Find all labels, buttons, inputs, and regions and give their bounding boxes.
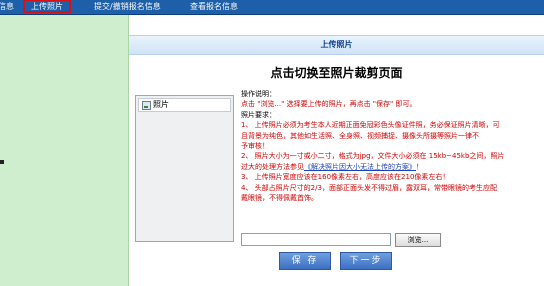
op-title: 操作说明：: [241, 90, 276, 98]
req-1b: 且背景为纯色，其他如生活照、全身照、视频捕捉、摄像头所摄等照片一律不: [241, 131, 479, 140]
req-4a: 4、 头部占照片尺寸的2/3，面部正面头发不得过眉，露双耳，常带眼镜的考生应配: [241, 183, 497, 192]
req-2b-suffix: ！: [416, 162, 423, 171]
nav-item-view-info[interactable]: 查看报名信息: [190, 0, 238, 14]
nav-item-info-partial[interactable]: 信息: [0, 0, 14, 14]
next-step-button[interactable]: 下一步: [340, 252, 392, 270]
req-3: 3、 上传照片宽度应该在160像素左右，高度应该在210像素左右！: [241, 173, 450, 182]
save-button[interactable]: 保 存: [279, 252, 331, 270]
crop-page-link[interactable]: 点击切换至照片裁剪页面: [129, 64, 544, 81]
req-2a: 2、 照片大小为一寸或小二寸，格式为jpg，文件大小必须在 15kb~45kb之…: [241, 152, 505, 161]
req-2b-prefix: 过大的处理方法参见: [241, 162, 304, 171]
main-content: 上传照片 点击切换至照片裁剪页面 照片 操作说明： 点击 "浏览..." 选择要…: [129, 15, 544, 286]
nav-item-submit-revoke[interactable]: 提交/撤销报名信息: [94, 0, 161, 14]
req-title: 照片要求：: [241, 110, 276, 119]
top-nav: 信息 上传照片 提交/撤销报名信息 查看报名信息: [0, 0, 544, 15]
photo-label-row: 照片: [138, 98, 231, 112]
nav-item-upload-photo[interactable]: 上传照片: [23, 0, 71, 13]
photo-preview-box: 照片: [135, 95, 234, 242]
req-1a: 1、 上传照片必须为考生本人近期正面免冠彩色头像证件照，务必保证照片清晰，可: [241, 121, 500, 130]
image-icon: [142, 101, 151, 110]
file-path-input[interactable]: [241, 233, 391, 246]
op-text: 点击 "浏览..." 选择要上传的照片，再点击 "保存" 即可。: [241, 100, 417, 109]
browse-button[interactable]: 浏览...: [395, 233, 441, 247]
left-panel: [0, 15, 129, 286]
req-2b: 过大的处理方法参见《解决照片因大小无法上传的方案》！: [241, 162, 544, 172]
photo-label: 照片: [153, 100, 169, 109]
resize-solution-link[interactable]: 《解决照片因大小无法上传的方案》: [304, 163, 416, 171]
req-4b: 戴眼镜，不得佩戴首饰。: [241, 194, 318, 203]
left-marker: [0, 160, 4, 164]
req-1c: 予审核！: [241, 142, 269, 151]
section-header: 上传照片: [129, 35, 544, 55]
